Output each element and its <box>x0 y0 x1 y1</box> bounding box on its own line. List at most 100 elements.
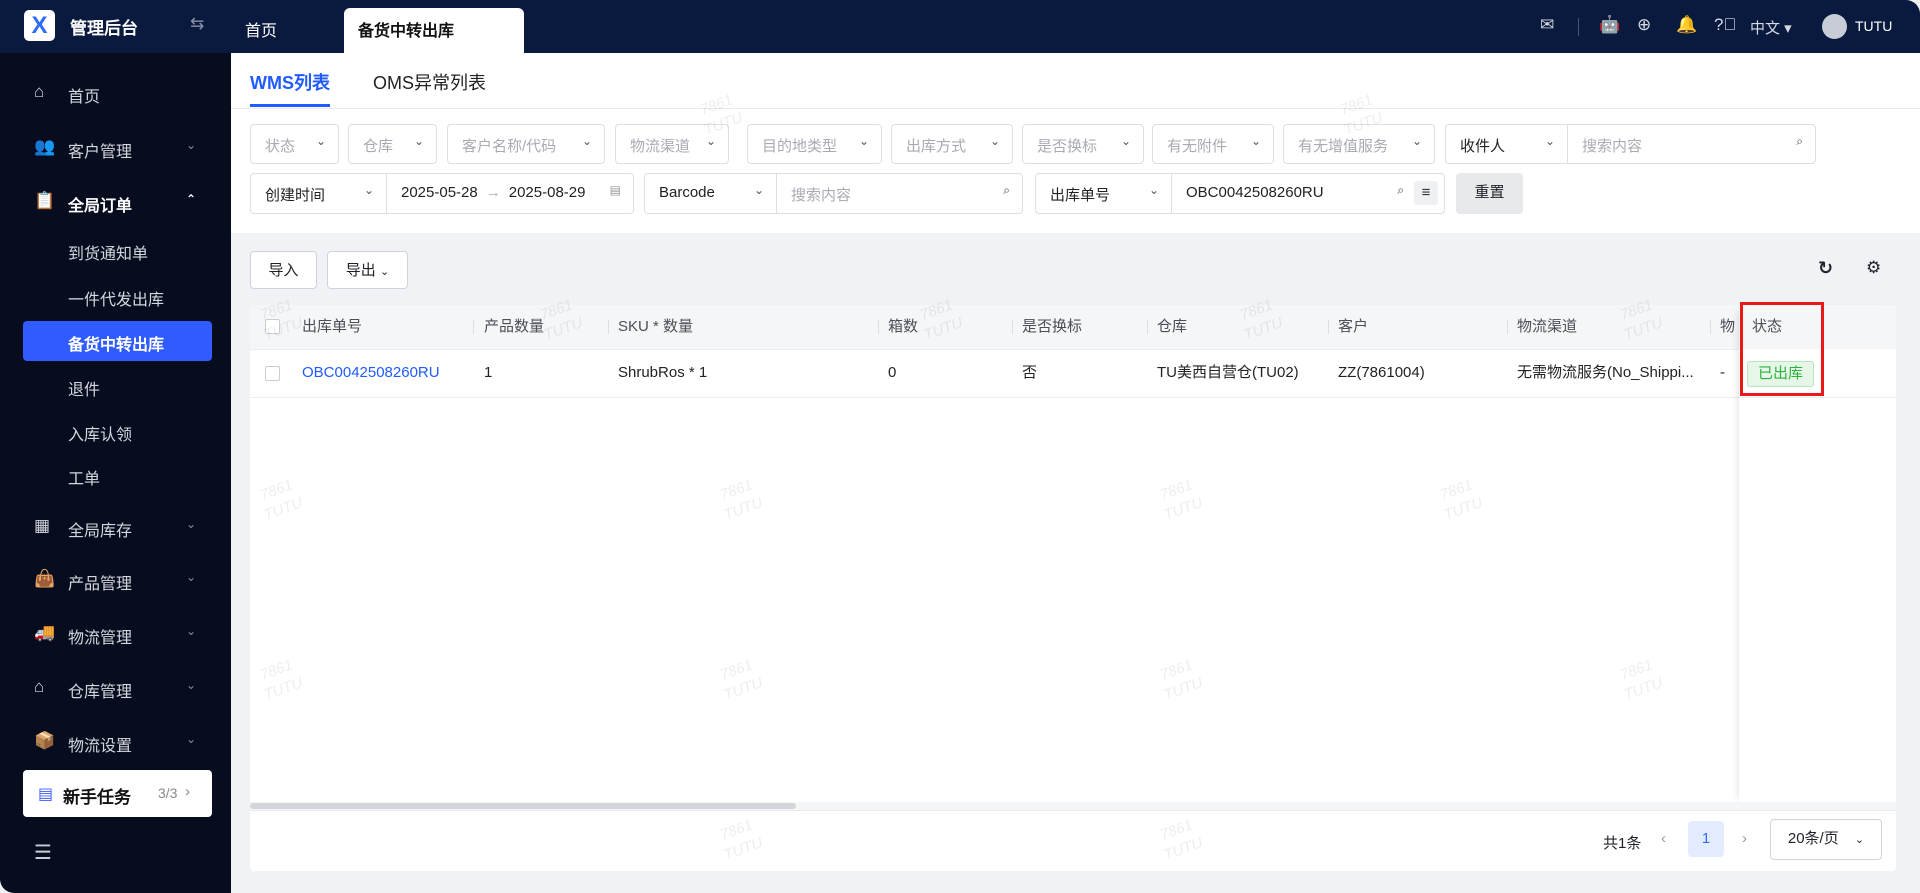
page-1-button[interactable]: 1 <box>1688 821 1724 857</box>
sidebar-item-home[interactable]: ⌂ 首页 <box>0 73 231 113</box>
select-value: Barcode <box>659 184 715 201</box>
sidebar-item-customers[interactable]: 👥 客户管理 ⌄ <box>0 128 231 168</box>
warehouse-icon: ▦ <box>34 516 51 535</box>
chevron-down-icon: ⌄ <box>413 134 424 148</box>
download-icon[interactable]: ⊕ <box>1637 15 1651 35</box>
sidebar-item-warehouses[interactable]: ⌂ 仓库管理 ⌄ <box>0 668 231 708</box>
chevron-down-icon: ⌄ <box>186 624 197 638</box>
menu-collapse-icon[interactable]: ☰ <box>34 840 52 865</box>
select-all-checkbox[interactable] <box>265 319 280 334</box>
sidebar-item-inbound-claim[interactable]: 入库认领 <box>0 411 231 451</box>
column-settings-icon[interactable]: ⚙ <box>1866 258 1881 278</box>
outbound-method-select[interactable]: 出库方式 ⌄ <box>891 124 1013 164</box>
recipient-field-select[interactable]: 收件人 ⌄ <box>1445 124 1568 164</box>
warehouse-select[interactable]: 仓库 ⌄ <box>348 124 437 164</box>
time-type-select[interactable]: 创建时间 ⌄ <box>250 173 387 214</box>
col-warehouse[interactable]: 仓库 <box>1157 305 1188 349</box>
search-icon: ⌕ <box>1397 183 1404 197</box>
page-size-select[interactable]: 20条/页 ⌄ <box>1770 819 1882 860</box>
select-value: 出库单号 <box>1050 187 1111 204</box>
recipient-search-input[interactable]: 搜索内容 ⌕ <box>1567 124 1816 164</box>
select-placeholder: 是否换标 <box>1037 138 1098 155</box>
shopping-bag-icon: 👜 <box>34 569 56 588</box>
refresh-icon[interactable]: ↻ <box>1818 258 1833 279</box>
sidebar-item-orders[interactable]: 📋 全局订单 ⌃ <box>0 182 231 222</box>
language-select[interactable]: 中文 ▾ <box>1750 17 1792 38</box>
chevron-down-icon: ⌄ <box>186 570 197 584</box>
date-end[interactable]: 2025-08-29 <box>509 184 586 201</box>
home-icon: ⌂ <box>34 82 45 101</box>
relabel-select[interactable]: 是否换标 ⌄ <box>1022 124 1144 164</box>
horizontal-scrollbar-thumb[interactable] <box>250 803 796 809</box>
language-label: 中文 <box>1750 20 1781 37</box>
col-order-no[interactable]: 出库单号 <box>302 305 363 349</box>
user-name[interactable]: TUTU <box>1855 18 1892 34</box>
order-field-select[interactable]: 出库单号 ⌄ <box>1035 173 1172 214</box>
reset-button[interactable]: 重置 <box>1456 173 1523 214</box>
col-relabel[interactable]: 是否换标 <box>1022 305 1083 349</box>
order-number-link[interactable]: OBC0042508260RU <box>302 349 440 397</box>
horizontal-scrollbar-track[interactable] <box>250 802 1896 810</box>
bell-icon[interactable]: 🔔 <box>1676 15 1697 35</box>
logistics-channel-select[interactable]: 物流渠道 ⌄ <box>615 124 729 164</box>
date-range-picker[interactable]: 2025-05-28 → 2025-08-29 ▤ <box>386 173 634 214</box>
chevron-down-icon: ⌄ <box>1148 183 1159 197</box>
code-search-input[interactable]: 搜索内容 ⌕ <box>776 173 1023 214</box>
col-boxes[interactable]: 箱数 <box>888 305 919 349</box>
import-button[interactable]: 导入 <box>250 251 317 289</box>
destination-type-select[interactable]: 目的地类型 ⌄ <box>747 124 882 164</box>
select-placeholder: 出库方式 <box>906 138 967 155</box>
batch-input-icon[interactable]: ≡ <box>1414 181 1438 205</box>
robot-icon[interactable]: 🤖 <box>1599 15 1620 35</box>
clipboard-icon: 📋 <box>34 191 56 210</box>
next-page-button[interactable]: › <box>1742 830 1747 847</box>
prev-page-button[interactable]: ‹ <box>1661 830 1666 847</box>
col-sku-qty[interactable]: SKU * 数量 <box>618 305 694 349</box>
page-size-value: 20条/页 <box>1787 830 1839 847</box>
sidebar-item-inventory[interactable]: ▦ 全局库存 ⌄ <box>0 507 231 547</box>
message-icon[interactable]: ✉ <box>1540 15 1554 35</box>
tab-stock-transfer-outbound[interactable]: 备货中转出库 <box>344 8 524 53</box>
sidebar-item-tickets[interactable]: 工单 <box>0 455 231 495</box>
chevron-down-icon: ⌄ <box>1854 834 1865 846</box>
tab-home[interactable]: 首页 <box>245 8 277 53</box>
col-logistics-channel[interactable]: 物流渠道 <box>1517 305 1578 349</box>
tab-wms-list[interactable]: WMS列表 <box>250 69 330 95</box>
sidebar-item-returns[interactable]: 退件 <box>0 366 231 406</box>
collapse-toggle-icon[interactable]: ⇆ <box>190 14 204 34</box>
task-progress: 3/3 <box>158 785 178 801</box>
tab-oms-exception-list[interactable]: OMS异常列表 <box>373 69 486 95</box>
col-customer[interactable]: 客户 <box>1338 305 1369 349</box>
date-start[interactable]: 2025-05-28 <box>401 184 478 201</box>
sidebar-item-products[interactable]: 👜 产品管理 ⌄ <box>0 560 231 600</box>
col-truncated[interactable]: 物 <box>1720 305 1736 349</box>
row-checkbox[interactable] <box>265 366 280 381</box>
sidebar-item-arrival-notice[interactable]: 到货通知单 <box>0 230 231 270</box>
sidebar-item-logistics[interactable]: 🚚 物流管理 ⌄ <box>0 614 231 654</box>
cell-truncated: - <box>1720 364 1725 381</box>
export-button[interactable]: 导出 ⌄ <box>327 251 408 289</box>
clipboard-icon: ▤ <box>38 786 54 803</box>
app-logo: X <box>24 10 55 41</box>
col-product-qty[interactable]: 产品数量 <box>484 305 545 349</box>
order-number-input[interactable]: OBC0042508260RU ⌕ ≡ <box>1171 173 1445 214</box>
input-value: OBC0042508260RU <box>1186 184 1324 201</box>
divider <box>231 108 1920 109</box>
user-group-icon: 👥 <box>34 137 56 156</box>
value-added-service-select[interactable]: 有无增值服务 ⌄ <box>1283 124 1435 164</box>
status-select[interactable]: 状态 ⌄ <box>250 124 339 164</box>
sidebar-item-dropship-outbound[interactable]: 一件代发出库 <box>0 276 231 316</box>
code-type-select[interactable]: Barcode ⌄ <box>644 173 777 214</box>
help-icon[interactable]: ?⃝ <box>1714 15 1736 35</box>
chevron-down-icon: ⌄ <box>315 134 326 148</box>
avatar[interactable] <box>1822 14 1847 39</box>
customer-select[interactable]: 客户名称/代码 ⌄ <box>447 124 605 164</box>
sidebar-item-stock-transfer-outbound[interactable]: 备货中转出库 <box>23 321 212 361</box>
chevron-down-icon: ⌄ <box>363 183 374 197</box>
search-icon: ⌕ <box>1003 183 1010 197</box>
arrow-right-icon: → <box>485 184 501 201</box>
chevron-down-icon: ⌄ <box>858 134 869 148</box>
sidebar-item-logistics-settings[interactable]: 📦 物流设置 ⌄ <box>0 722 231 762</box>
attachment-select[interactable]: 有无附件 ⌄ <box>1152 124 1274 164</box>
newbie-task-card[interactable]: ▤ 新手任务 3/3 › <box>23 770 212 817</box>
